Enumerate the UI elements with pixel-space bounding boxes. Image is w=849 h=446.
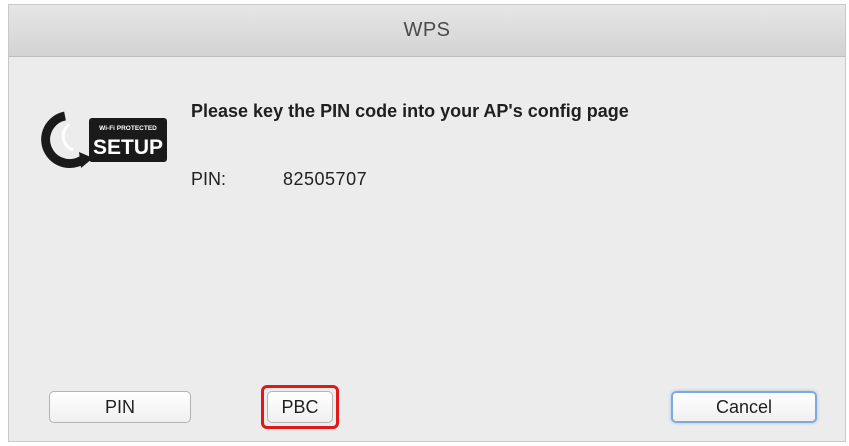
logo-top-text: Wi-Fi PROTECTED <box>99 125 157 132</box>
instruction-message: Please key the PIN code into your AP's c… <box>191 101 629 121</box>
pin-label: PIN: <box>191 169 227 189</box>
wps-setup-logo-icon: Wi-Fi PROTECTED SETUP <box>39 108 171 172</box>
pin-value: 82505707 <box>283 169 368 189</box>
logo-main-text: SETUP <box>93 136 163 159</box>
cancel-button[interactable]: Cancel <box>671 391 817 423</box>
title-bar[interactable]: WPS <box>9 5 845 57</box>
pbc-button[interactable]: PBC <box>267 391 333 423</box>
wps-dialog: WPS Wi-Fi PROTECTED SETUP Please key the… <box>8 4 846 442</box>
pin-button[interactable]: PIN <box>49 391 191 423</box>
window-title: WPS <box>403 19 451 41</box>
